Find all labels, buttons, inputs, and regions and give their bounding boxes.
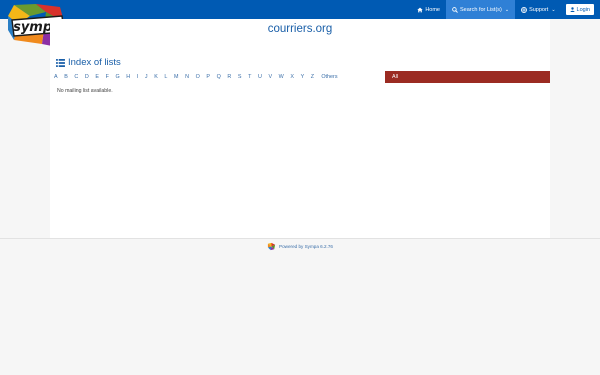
letter-filter-y[interactable]: Y <box>297 71 307 83</box>
nav-home[interactable]: Home <box>411 0 446 19</box>
letter-filter-i[interactable]: I <box>134 71 142 83</box>
footer: Powered by Sympa 6.2.76 <box>0 241 600 251</box>
sympa-small-logo <box>267 242 276 250</box>
letter-filter-c[interactable]: C <box>71 71 82 83</box>
site-title[interactable]: courriers.org <box>50 23 550 35</box>
nav-search-label: Search for List(s) <box>459 6 502 13</box>
letter-filter-t[interactable]: T <box>245 71 255 83</box>
letter-filter-g[interactable]: G <box>112 71 123 83</box>
letter-filter-s[interactable]: S <box>235 71 245 83</box>
letter-filter-j[interactable]: J <box>142 71 151 83</box>
letter-filter-others[interactable]: Others <box>317 71 341 83</box>
user-icon <box>569 7 575 12</box>
letter-filter-all[interactable]: All <box>385 71 550 83</box>
chevron-down-icon: ⌄ <box>504 6 510 13</box>
search-icon <box>452 6 458 13</box>
letter-filter-x[interactable]: X <box>287 71 297 83</box>
main-content: courriers.org Index of lists A B C D E F… <box>50 19 550 238</box>
login-button[interactable]: Login <box>565 4 594 15</box>
letter-filter-l[interactable]: L <box>161 71 171 83</box>
letter-filter-f[interactable]: F <box>102 71 112 83</box>
login-label: Login <box>576 6 590 13</box>
letter-filter-q[interactable]: Q <box>213 71 224 83</box>
letter-filter-a[interactable]: A <box>50 71 61 83</box>
top-navbar: Home Search for List(s) ⌄ Support ⌄ Logi… <box>0 0 600 19</box>
letter-filter-b[interactable]: B <box>61 71 71 83</box>
chevron-down-icon: ⌄ <box>551 6 556 13</box>
letter-filter-w[interactable]: W <box>275 71 287 83</box>
letter-filter-p[interactable]: P <box>203 71 213 83</box>
letter-filter-bar: A B C D E F G H I J K L M N O P Q R S T … <box>50 71 550 83</box>
letter-filter-z[interactable]: Z <box>307 71 317 83</box>
letter-filter-u[interactable]: U <box>255 71 266 83</box>
powered-by-link[interactable]: Powered by Sympa 6.2.76 <box>279 244 333 249</box>
letter-filter-k[interactable]: K <box>151 71 161 83</box>
letter-filter-n[interactable]: N <box>182 71 193 83</box>
footer-divider <box>0 238 600 239</box>
nav-home-label: Home <box>425 6 440 13</box>
letter-filter-d[interactable]: D <box>82 71 93 83</box>
support-icon <box>521 6 528 13</box>
letter-filter-m[interactable]: M <box>171 71 182 83</box>
letter-filter-v[interactable]: V <box>265 71 275 83</box>
letter-filter-e[interactable]: E <box>92 71 102 83</box>
nav-support[interactable]: Support ⌄ <box>515 0 561 19</box>
empty-list-message: No mailing list available. <box>57 88 113 94</box>
index-heading: Index of lists <box>56 57 121 68</box>
home-icon <box>417 7 424 12</box>
index-title: Index of lists <box>68 57 121 68</box>
nav-support-label: Support <box>529 6 549 13</box>
letter-filter-r[interactable]: R <box>224 71 235 83</box>
nav-search-lists[interactable]: Search for List(s) ⌄ <box>445 0 516 19</box>
letter-filter-h[interactable]: H <box>123 71 134 83</box>
list-icon <box>56 58 65 67</box>
letter-filter-o[interactable]: O <box>192 71 203 83</box>
nav-menu: Home Search for List(s) ⌄ Support ⌄ Logi… <box>411 0 600 19</box>
